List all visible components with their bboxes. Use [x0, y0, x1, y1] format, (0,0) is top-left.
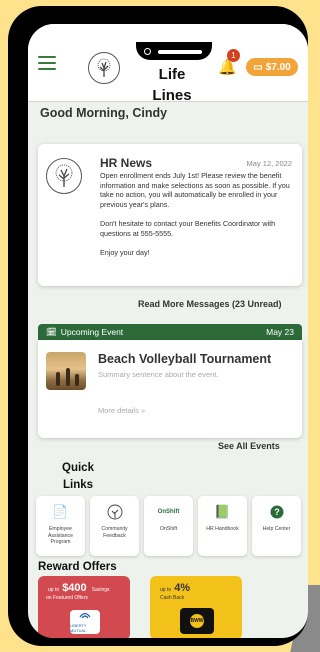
menu-icon[interactable] [38, 56, 56, 70]
quick-link-label: Help Center [262, 526, 291, 532]
news-avatar-icon [46, 158, 82, 194]
quick-links-title: Quick Links [62, 462, 94, 491]
news-paragraph: Enjoy your day! [100, 247, 150, 257]
buffalo-wild-wings-logo-icon: BWW [180, 608, 214, 634]
quick-link-employee-assistance[interactable]: 📄 Employee Assistance Program [36, 496, 85, 556]
news-paragraph: Open enrollment ends July 1st! Please re… [100, 171, 290, 209]
quick-link-community-feedback[interactable]: Community Feedback [90, 496, 139, 556]
upcoming-event-label: Upcoming Event [60, 327, 124, 337]
wallet-icon: ▭ [253, 61, 263, 73]
offer-amount: up to 4% [160, 582, 190, 594]
reward-offers-title: Reward Offers [38, 561, 117, 573]
quick-link-help-center[interactable]: ? Help Center [252, 496, 301, 556]
quick-link-label: HR Handbook [206, 526, 239, 532]
event-card[interactable]: Beach Volleyball Tournament Summary sent… [38, 340, 302, 438]
document-icon: 📄 [52, 504, 69, 519]
svg-text:?: ? [274, 507, 280, 517]
calendar-icon: 🗓 [46, 326, 57, 337]
phone-screen: Life Lines 🔔 1 ▭ $7.00 Good Morning, Cin… [28, 24, 308, 638]
help-icon: ? [270, 502, 284, 522]
reward-offer-bww[interactable]: up to 4% Cash Back BWW [150, 576, 242, 638]
offer-prefix: up to [48, 587, 60, 593]
reward-offer-liberty[interactable]: up to $400 Savings on Featured Offers LI… [38, 576, 130, 638]
news-body: Open enrollment ends July 1st! Please re… [100, 171, 296, 267]
top-bar: Life Lines 🔔 1 ▭ $7.00 [28, 24, 308, 104]
offer-prefix: up to [160, 587, 172, 593]
event-more-details-link[interactable]: More details » [98, 406, 145, 415]
notifications-button[interactable]: 🔔 1 [218, 49, 240, 78]
upcoming-event-header: 🗓 Upcoming Event May 23 [38, 324, 302, 340]
quick-link-label: Community Feedback [101, 526, 128, 539]
news-title: HR News [100, 156, 153, 170]
quick-links-row: 📄 Employee Assistance Program Community … [36, 496, 306, 556]
event-title: Beach Volleyball Tournament [98, 352, 272, 366]
event-image [46, 352, 86, 390]
quick-link-onshift[interactable]: OnShift OnShift [144, 496, 193, 556]
read-more-messages-link[interactable]: Read More Messages (23 Unread) [138, 299, 282, 309]
balance-badge[interactable]: ▭ $7.00 [246, 58, 298, 76]
app-logo-icon [88, 52, 120, 84]
quick-link-label: Employee Assistance Program [47, 526, 74, 546]
event-summary: Summary sentence about the event. [98, 370, 219, 379]
offer-amount: up to $400 Savings [46, 582, 110, 594]
hr-news-card[interactable]: HR News May 12, 2022 Open enrollment end… [38, 144, 302, 286]
offer-subtitle: on Featured Offers [46, 595, 88, 601]
offer-amount-value: $400 [62, 582, 87, 594]
quick-link-hr-handbook[interactable]: 📗 HR Handbook [198, 496, 247, 556]
handbook-icon: 📗 [214, 504, 231, 519]
see-all-events-link[interactable]: See All Events [218, 441, 280, 451]
phone-frame: Life Lines 🔔 1 ▭ $7.00 Good Morning, Cin… [8, 6, 308, 646]
offer-subtitle: Cash Back [160, 595, 185, 601]
news-date: May 12, 2022 [246, 159, 292, 168]
liberty-mutual-logo-icon: LIBERTY MUTUAL [70, 610, 100, 634]
offer-amount-value: 4% [174, 582, 191, 594]
phone-notch [136, 42, 212, 60]
greeting-text: Good Morning, Cindy [40, 106, 168, 120]
offer-brand-mark: BWW [190, 614, 204, 628]
onshift-logo-icon: OnShift [157, 509, 180, 515]
balance-value: $7.00 [265, 61, 291, 73]
event-date: May 23 [266, 327, 294, 337]
tree-logo-icon [107, 502, 123, 522]
news-paragraph: Don't hesitate to contact your Benefits … [100, 218, 276, 238]
app-title: Life Lines [152, 66, 192, 104]
quick-link-label: OnShift [159, 526, 178, 532]
notification-badge: 1 [227, 49, 240, 62]
offer-amount-suffix: Savings [91, 587, 110, 593]
offer-brand: LIBERTY MUTUAL [70, 623, 87, 633]
